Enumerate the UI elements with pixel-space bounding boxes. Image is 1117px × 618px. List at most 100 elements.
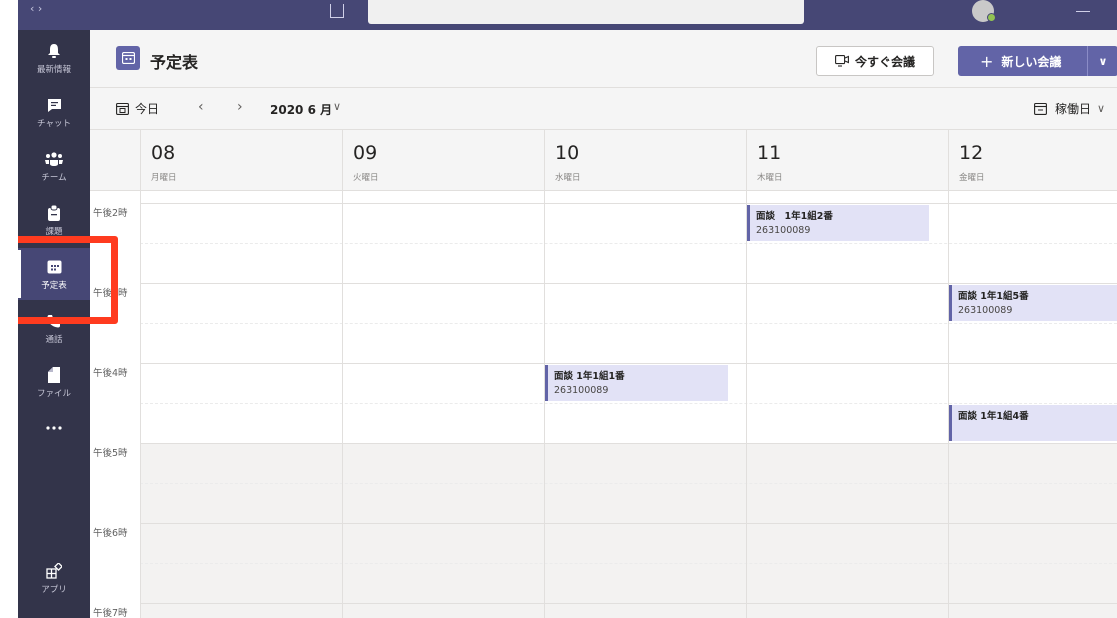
- day-header-wed[interactable]: 10 水曜日: [544, 130, 746, 191]
- new-meeting-label: 新しい会議: [1001, 54, 1062, 69]
- rail-item-calendar[interactable]: 予定表: [18, 248, 90, 300]
- chat-icon: [43, 95, 65, 115]
- non-working-hours-area: [140, 444, 1117, 618]
- rail-item-label: 課題: [45, 227, 63, 237]
- hour-label: 午後2時: [93, 208, 128, 219]
- day-header-row: 08 月曜日 09 火曜日 10 水曜日 11 木曜日 12 金曜日: [90, 130, 1117, 191]
- rail-item-chat[interactable]: チャット: [18, 86, 90, 138]
- chevron-down-icon[interactable]: ∨: [333, 100, 341, 113]
- presence-available-icon: [987, 13, 996, 22]
- phone-icon: [43, 311, 65, 331]
- back-forward-icon[interactable]: ‹ ›: [30, 2, 60, 15]
- window-control-icon[interactable]: [1076, 2, 1090, 12]
- day-header-mon[interactable]: 08 月曜日: [140, 130, 342, 191]
- time-grid: 午後2時 午後3時 午後4時 午後5時 午後6時 午後7時 面談 1年1組2番 …: [90, 191, 1117, 618]
- calendar-icon: [43, 257, 65, 277]
- half-hour-gridline: [140, 403, 1117, 404]
- rail-item-more[interactable]: [18, 410, 90, 446]
- chevron-down-icon: ∨: [1097, 102, 1106, 115]
- day-header-tue[interactable]: 09 火曜日: [342, 130, 544, 191]
- avatar[interactable]: [972, 0, 996, 22]
- page-title: 予定表: [150, 53, 199, 72]
- view-label: 稼働日: [1055, 102, 1092, 116]
- hour-gridline: [140, 203, 1117, 204]
- day-header-fri[interactable]: 12 金曜日: [948, 130, 1117, 191]
- event-card[interactable]: 面談 1年1組4番: [949, 405, 1117, 441]
- page-header: 予定表 今すぐ会議 + 新しい会議 ∨: [90, 30, 1117, 88]
- day-column-divider: [544, 191, 545, 618]
- half-hour-gridline: [140, 563, 1117, 564]
- day-name: 木曜日: [757, 173, 783, 183]
- half-hour-gridline: [140, 483, 1117, 484]
- chevron-down-icon[interactable]: ∨: [1088, 55, 1117, 68]
- day-name: 水曜日: [555, 173, 581, 183]
- hour-label: 午後3時: [93, 288, 128, 299]
- rail-item-label: 最新情報: [36, 65, 71, 75]
- plus-icon: +: [980, 51, 994, 71]
- assignments-icon: [43, 203, 65, 223]
- rail-item-teams[interactable]: チーム: [18, 140, 90, 192]
- new-meeting-button[interactable]: + 新しい会議 ∨: [958, 46, 1117, 76]
- today-button[interactable]: 今日: [116, 100, 159, 117]
- video-camera-icon: [835, 55, 849, 67]
- day-number: 10: [555, 142, 580, 164]
- rail-item-label: 通話: [45, 335, 63, 345]
- hour-gridline: [140, 523, 1117, 524]
- today-calendar-icon: [116, 102, 129, 115]
- more-icon: [43, 418, 65, 438]
- rail-item-apps[interactable]: アプリ: [18, 552, 90, 604]
- event-card[interactable]: 面談 1年1組1番 263100089: [545, 365, 728, 401]
- hour-label: 午後6時: [93, 528, 128, 539]
- today-label: 今日: [135, 102, 160, 116]
- meet-now-label: 今すぐ会議: [855, 54, 916, 69]
- event-title: 面談 1年1組1番: [554, 371, 625, 382]
- half-hour-gridline: [140, 323, 1117, 324]
- hour-label: 午後7時: [93, 608, 128, 618]
- hour-label: 午後4時: [93, 368, 128, 379]
- half-hour-gridline: [140, 243, 1117, 244]
- new-chat-icon[interactable]: [330, 4, 344, 18]
- event-subtitle: 263100089: [554, 385, 609, 396]
- bell-icon: [43, 41, 65, 61]
- rail-item-activity[interactable]: 最新情報: [18, 32, 90, 84]
- calendar-grid: 08 月曜日 09 火曜日 10 水曜日 11 木曜日 12 金曜日 午後2時 …: [90, 130, 1117, 618]
- day-number: 11: [757, 142, 782, 164]
- event-title: 面談 1年1組5番: [958, 291, 1029, 302]
- rail-item-calls[interactable]: 通話: [18, 302, 90, 354]
- teams-icon: [43, 149, 65, 169]
- apps-icon: [43, 561, 65, 581]
- rail-item-label: チーム: [41, 173, 67, 183]
- month-picker[interactable]: 2020 6 月: [270, 101, 332, 118]
- event-card[interactable]: 面談 1年1組5番 263100089: [949, 285, 1117, 321]
- rail-item-assignments[interactable]: 課題: [18, 194, 90, 246]
- day-number: 12: [959, 142, 984, 164]
- event-subtitle: 263100089: [958, 305, 1013, 316]
- calendar-icon: [116, 46, 140, 70]
- view-selector[interactable]: 稼働日 ∨: [1034, 100, 1105, 117]
- event-title: 面談 1年1組4番: [958, 411, 1029, 422]
- workweek-calendar-icon: [1034, 102, 1047, 115]
- rail-item-label: チャット: [37, 119, 71, 129]
- search-input[interactable]: [368, 0, 804, 24]
- hour-gridline: [140, 603, 1117, 604]
- top-bar: ‹ ›: [18, 0, 1117, 30]
- previous-week-icon[interactable]: ‹: [198, 99, 204, 115]
- day-number: 08: [151, 142, 176, 164]
- event-card[interactable]: 面談 1年1組2番 263100089: [747, 205, 929, 241]
- rail-item-label: アプリ: [41, 585, 67, 595]
- new-meeting-main[interactable]: + 新しい会議: [958, 46, 1088, 76]
- meet-now-button[interactable]: 今すぐ会議: [816, 46, 935, 76]
- day-name: 月曜日: [151, 173, 177, 183]
- day-column-divider: [342, 191, 343, 618]
- day-column-divider: [746, 191, 747, 618]
- next-week-icon[interactable]: ›: [237, 99, 243, 115]
- file-icon: [43, 365, 65, 385]
- day-number: 09: [353, 142, 378, 164]
- day-column-divider: [140, 191, 141, 618]
- day-header-thu[interactable]: 11 木曜日: [746, 130, 948, 191]
- rail-item-label: 予定表: [41, 281, 67, 291]
- rail-item-files[interactable]: ファイル: [18, 356, 90, 408]
- event-subtitle: 263100089: [756, 225, 811, 236]
- hour-gridline: [140, 283, 1117, 284]
- calendar-toolbar: 今日 ‹ › 2020 6 月 ∨ 稼働日 ∨: [90, 88, 1117, 130]
